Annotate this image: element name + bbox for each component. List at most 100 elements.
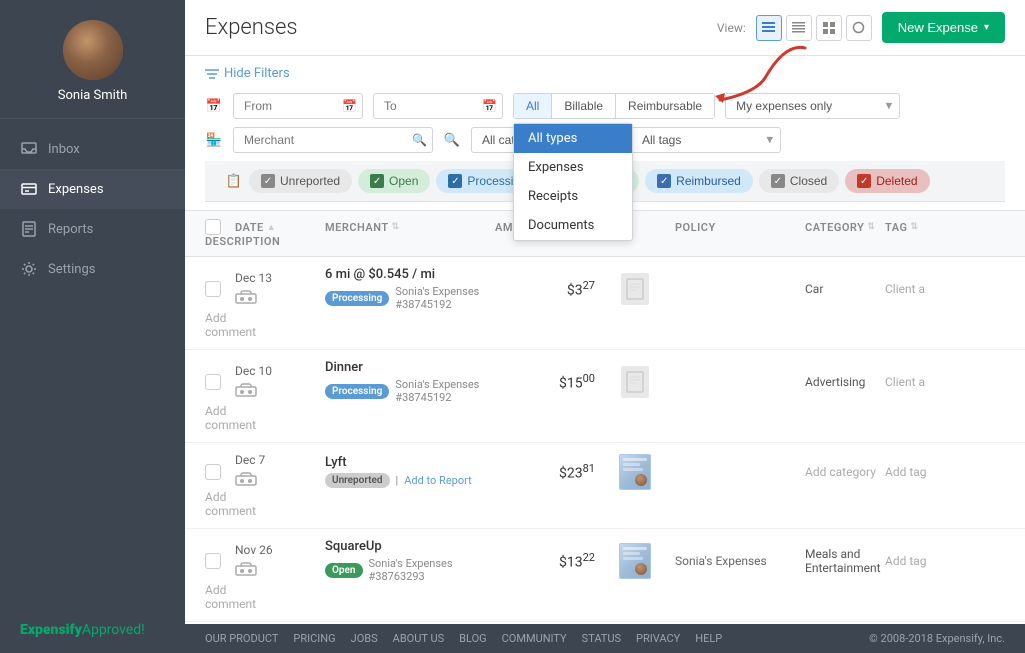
type-option-documents[interactable]: Documents	[514, 211, 632, 240]
row-date: Dec 13	[235, 271, 325, 308]
logo-text: Expensify	[20, 622, 82, 638]
sidebar: Sonia Smith Inbox Expenses Reports	[0, 0, 185, 653]
new-expense-button[interactable]: New Expense ▾	[882, 12, 1005, 43]
col-tag[interactable]: TAG ⇅	[885, 221, 1005, 234]
tab-unreported[interactable]: ✓ Unreported	[249, 169, 352, 193]
status-badge: Processing	[325, 291, 389, 306]
row-category: Car	[805, 282, 885, 296]
settings-icon	[20, 260, 38, 278]
row-checkbox[interactable]	[205, 464, 221, 480]
view-list-btn[interactable]	[756, 15, 782, 41]
footer-link[interactable]: PRICING	[293, 632, 335, 645]
col-policy[interactable]: POLICY	[675, 221, 805, 234]
closed-check-icon: ✓	[771, 174, 785, 188]
type-all-btn[interactable]: All	[514, 94, 552, 118]
view-compact-btn[interactable]	[786, 15, 812, 41]
unreported-check-icon: ✓	[261, 174, 275, 188]
row-tag[interactable]: Add tag	[885, 554, 1005, 568]
sidebar-item-expenses[interactable]: Expenses	[0, 169, 185, 209]
row-description[interactable]: Add comment	[205, 311, 235, 339]
row-date: Dec 7	[235, 453, 325, 490]
sidebar-nav: Inbox Expenses Reports Settings	[0, 119, 185, 607]
col-merchant[interactable]: MERCHANT ⇅	[325, 221, 495, 234]
row-type-icon	[235, 561, 325, 580]
select-all-checkbox[interactable]	[205, 219, 221, 235]
view-circle-btn[interactable]	[846, 15, 872, 41]
reports-icon	[20, 220, 38, 238]
type-option-all[interactable]: All types	[514, 124, 632, 153]
type-reimbursable-btn[interactable]: Reimbursable	[616, 94, 714, 118]
row-amount: $1322	[495, 551, 595, 571]
sidebar-item-settings[interactable]: Settings	[0, 249, 185, 289]
footer-link[interactable]: BLOG	[459, 632, 487, 645]
status-badge: Processing	[325, 384, 389, 399]
row-description[interactable]: Add comment	[205, 490, 235, 518]
row-checkbox-col	[205, 553, 235, 569]
row-meta: Unreported | Add to Report	[325, 473, 495, 488]
expensify-logo: ExpensifyApproved!	[20, 622, 165, 638]
col-date[interactable]: DATE ▲	[235, 221, 325, 234]
row-merchant-col: SquareUp Open Sonia's Expenses #38763293	[325, 539, 495, 583]
row-checkbox[interactable]	[205, 553, 221, 569]
expenses-filter-wrap: My expenses only All expenses	[725, 93, 900, 119]
merchant-name[interactable]: Lyft	[325, 455, 495, 470]
merchant-name[interactable]: SquareUp	[325, 539, 495, 554]
tags-select[interactable]: All tags	[631, 127, 781, 153]
receipt-thumbnail[interactable]	[619, 454, 651, 490]
type-option-receipts[interactable]: Receipts	[514, 182, 632, 211]
row-meta: Processing Sonia's Expenses #38745192	[325, 378, 495, 404]
row-checkbox[interactable]	[205, 374, 221, 390]
tab-closed[interactable]: ✓ Closed	[759, 169, 839, 193]
sidebar-item-reports[interactable]: Reports	[0, 209, 185, 249]
row-description[interactable]: Add comment	[205, 583, 235, 611]
merchant-name[interactable]: 6 mi @ $0.545 / mi	[325, 267, 495, 282]
col-category[interactable]: CATEGORY ⇅	[805, 221, 885, 234]
row-category[interactable]: Add category	[805, 465, 885, 479]
search-filter-icon: 🔍	[443, 133, 461, 148]
row-description[interactable]: Add comment	[205, 404, 235, 432]
tab-deleted[interactable]: ✓ Deleted	[845, 169, 929, 193]
merchant-name[interactable]: Dinner	[325, 360, 495, 375]
unreported-label: Unreported	[280, 174, 340, 188]
inbox-label: Inbox	[48, 142, 80, 157]
merchant-input[interactable]	[233, 127, 433, 153]
status-filter-icon: 📋	[225, 174, 243, 189]
footer-link[interactable]: STATUS	[582, 632, 621, 645]
row-receipt-col	[595, 273, 675, 305]
expenses-filter-select[interactable]: My expenses only All expenses	[725, 93, 900, 119]
hide-filters-toggle[interactable]: Hide Filters	[205, 66, 1005, 81]
type-option-expenses[interactable]: Expenses	[514, 153, 632, 182]
tab-open[interactable]: ✓ Open	[358, 169, 430, 193]
receipt-thumbnail[interactable]	[619, 543, 651, 579]
footer-link[interactable]: COMMUNITY	[502, 632, 567, 645]
merchant-search-icon: 🔍	[412, 133, 427, 147]
row-receipt-col	[595, 454, 675, 490]
merchant-filter-icon: 🏪	[205, 133, 223, 148]
footer-link[interactable]: HELP	[695, 632, 722, 645]
new-expense-arrow-icon: ▾	[984, 22, 989, 33]
row-date: Nov 26	[235, 543, 325, 580]
status-badge: Open	[325, 563, 363, 578]
date-sort-icon: ▲	[267, 222, 276, 233]
tag-sort-icon: ⇅	[910, 222, 918, 232]
row-type-icon	[235, 382, 325, 401]
footer-link[interactable]: OUR PRODUCT	[205, 632, 278, 645]
view-grid-btn[interactable]	[816, 15, 842, 41]
date-value: Dec 10	[235, 364, 325, 378]
footer-link[interactable]: ABOUT US	[393, 632, 444, 645]
tab-reimbursed[interactable]: ✓ Reimbursed	[645, 169, 753, 193]
row-meta: Open Sonia's Expenses #38763293	[325, 557, 495, 583]
row-tag[interactable]: Add tag	[885, 465, 1005, 479]
col-category-label: CATEGORY	[805, 221, 864, 234]
type-dropdown: All types Expenses Receipts Documents	[513, 123, 633, 241]
type-billable-btn[interactable]: Billable	[552, 94, 616, 118]
add-to-report-link[interactable]: Add to Report	[404, 474, 471, 487]
table-row: Dec 13 6 mi @ $0.545 / mi Processing Son…	[185, 257, 1025, 350]
footer-link[interactable]: PRIVACY	[636, 632, 680, 645]
deleted-check-icon: ✓	[857, 174, 871, 188]
row-checkbox[interactable]	[205, 281, 221, 297]
sidebar-item-inbox[interactable]: Inbox	[0, 129, 185, 169]
footer-link[interactable]: JOBS	[351, 632, 378, 645]
row-policy: Sonia's Expenses	[675, 554, 805, 568]
date-value: Dec 7	[235, 453, 325, 467]
